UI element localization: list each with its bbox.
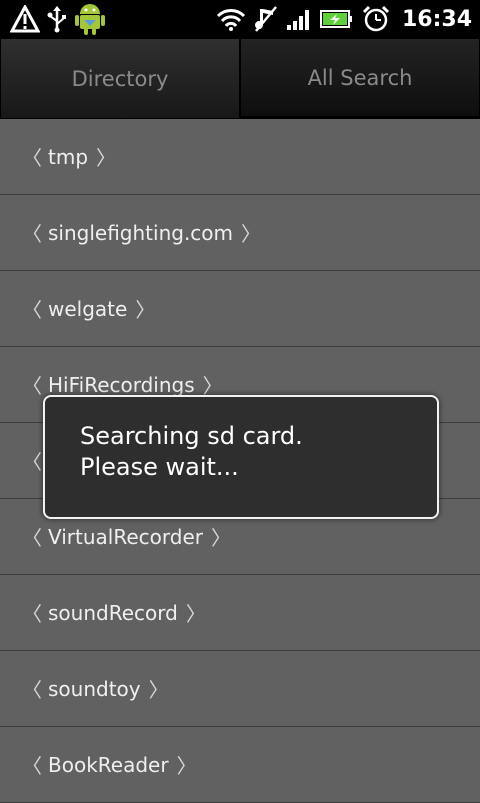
open-bracket: 〈 xyxy=(22,374,42,398)
list-item-label: welgate xyxy=(48,296,128,321)
open-bracket: 〈 xyxy=(22,146,42,170)
open-bracket: 〈 xyxy=(22,298,42,322)
tab-bar: Directory All Search xyxy=(0,38,480,119)
dialog-message-line1: Searching sd card. xyxy=(80,422,303,450)
status-bar: 16:34 xyxy=(0,0,480,38)
close-bracket: 〉 xyxy=(176,754,197,778)
list-item[interactable]: 〈 tmp 〉 xyxy=(0,119,480,195)
close-bracket: 〉 xyxy=(241,222,262,246)
dialog-message: Searching sd card. Please wait... xyxy=(80,421,303,483)
list-item-label: soundRecord xyxy=(48,600,178,625)
list-item-label: singlefighting.com xyxy=(48,220,234,245)
close-bracket: 〉 xyxy=(135,298,156,322)
open-bracket: 〈 xyxy=(22,526,42,550)
list-item-label: HiFiRecordings xyxy=(48,372,195,397)
usb-icon xyxy=(46,5,68,33)
list-item[interactable]: 〈 BookReader 〉 xyxy=(0,727,480,803)
dialog-message-line2: Please wait... xyxy=(80,453,239,481)
list-item-label: tmp xyxy=(48,144,89,169)
list-item[interactable]: 〈 welgate 〉 xyxy=(0,271,480,347)
wifi-icon xyxy=(216,6,246,32)
close-bracket: 〉 xyxy=(210,526,231,550)
alarm-icon xyxy=(362,5,390,33)
list-item[interactable]: 〈 singlefighting.com 〉 xyxy=(0,195,480,271)
open-bracket: 〈 xyxy=(22,602,42,626)
open-bracket: 〈 xyxy=(22,754,42,778)
open-bracket: 〈 xyxy=(22,222,42,246)
list-item-label: soundtoy xyxy=(48,676,141,701)
tab-all-search[interactable]: All Search xyxy=(240,38,480,119)
list-item-label: BookReader xyxy=(48,752,169,777)
list-item-label: VirtualRecorder xyxy=(48,524,203,549)
status-clock: 16:34 xyxy=(401,6,472,32)
tab-all-search-label: All Search xyxy=(307,65,413,90)
open-bracket: 〈 xyxy=(22,678,42,702)
close-bracket: 〉 xyxy=(148,678,169,702)
tab-directory-label: Directory xyxy=(71,66,169,91)
warning-icon xyxy=(10,5,40,33)
battery-charging-icon xyxy=(319,8,354,30)
no-sound-icon xyxy=(254,5,278,33)
close-bracket: 〉 xyxy=(96,146,117,170)
progress-dialog: Searching sd card. Please wait... xyxy=(43,395,439,519)
list-item[interactable]: 〈 soundtoy 〉 xyxy=(0,651,480,727)
signal-icon xyxy=(286,7,312,31)
close-bracket: 〉 xyxy=(185,602,206,626)
android-icon xyxy=(74,2,106,36)
tab-directory[interactable]: Directory xyxy=(0,38,240,119)
list-item[interactable]: 〈 soundRecord 〉 xyxy=(0,575,480,651)
